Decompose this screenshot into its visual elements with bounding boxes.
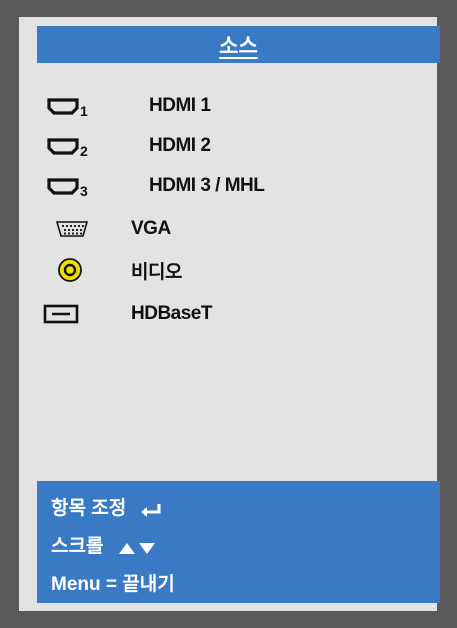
source-item-hdmi1[interactable]: 1 HDMI 1 — [19, 90, 419, 122]
rca-video-icon — [47, 255, 107, 285]
source-label-hdbaset: HDBaseT — [131, 303, 212, 324]
hdbaset-port-icon — [43, 299, 107, 329]
source-item-hdmi2[interactable]: 2 HDMI 2 — [19, 130, 419, 162]
scroll-hint: 스크롤 — [51, 531, 157, 558]
exit-hint: Menu = 끝내기 — [51, 574, 175, 595]
enter-icon — [139, 499, 163, 518]
source-menu-panel: 소스 1 HDMI 1 2 HDMI 2 3 HDMI 3 / MHL VGA … — [19, 17, 440, 611]
hdmi-number: 2 — [80, 143, 88, 159]
source-label-vga: VGA — [131, 218, 171, 239]
source-label-hdmi2: HDMI 2 — [149, 135, 211, 156]
hdmi-port-icon: 2 — [47, 131, 107, 161]
source-item-hdmi3[interactable]: 3 HDMI 3 / MHL — [19, 170, 419, 202]
source-item-vga[interactable]: VGA — [19, 213, 419, 245]
up-down-arrows-icon — [117, 537, 157, 556]
help-footer: 항목 조정 스크롤 Menu = 끝내기 — [37, 481, 440, 603]
source-label-hdmi3: HDMI 3 / MHL — [149, 175, 265, 196]
source-label-video: 비디오 — [131, 261, 182, 283]
scroll-label: 스크롤 — [51, 536, 104, 557]
adjust-label: 항목 조정 — [51, 498, 127, 519]
menu-title: 소스 — [37, 26, 440, 63]
adjust-hint: 항목 조정 — [51, 493, 163, 520]
osd-frame: 소스 1 HDMI 1 2 HDMI 2 3 HDMI 3 / MHL VGA … — [0, 0, 457, 628]
hdmi-port-icon: 3 — [47, 171, 107, 201]
vga-port-icon — [47, 214, 107, 244]
hdmi-number: 3 — [80, 183, 88, 199]
source-item-hdbaset[interactable]: HDBaseT — [19, 298, 419, 330]
hdmi-number: 1 — [80, 103, 88, 119]
source-item-video[interactable]: 비디오 — [19, 254, 419, 286]
source-label-hdmi1: HDMI 1 — [149, 95, 211, 116]
hdmi-port-icon: 1 — [47, 91, 107, 121]
